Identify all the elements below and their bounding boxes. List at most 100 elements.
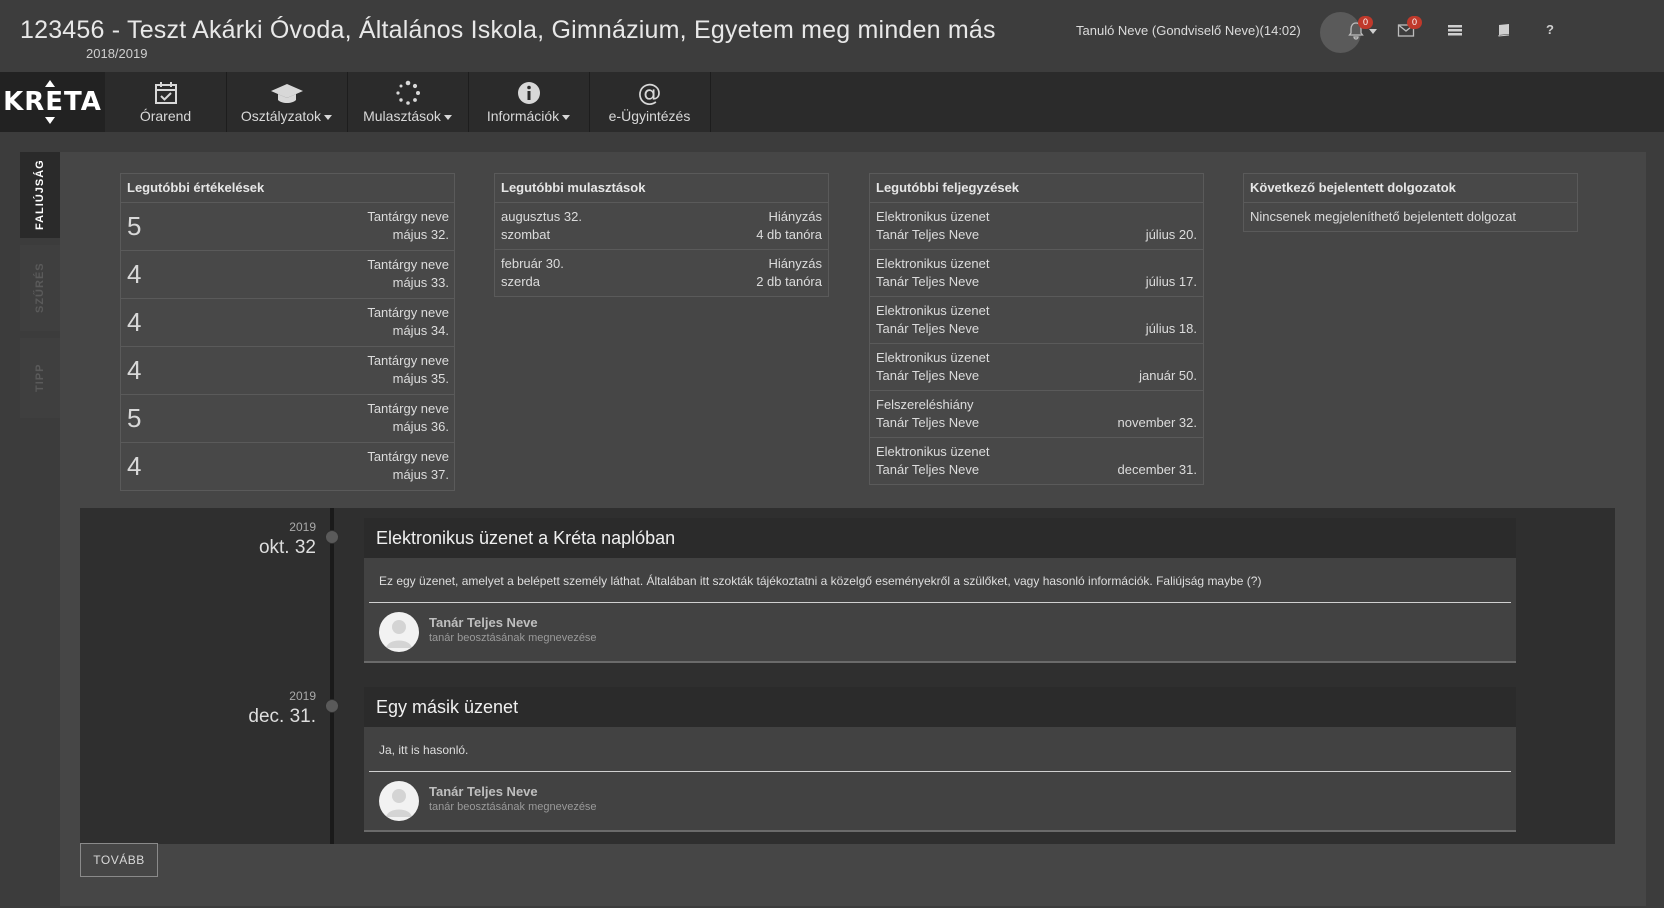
note-type: Elektronikus üzenet <box>876 256 990 271</box>
note-row[interactable]: Elektronikus üzenet Tanár Teljes Neve jú… <box>870 250 1203 297</box>
grade-row[interactable]: 5 Tantárgy neve május 36. <box>121 395 454 443</box>
absence-row[interactable]: február 30. szerda Hiányzás 2 db tanóra <box>495 250 828 296</box>
note-row[interactable]: Elektronikus üzenet Tanár Teljes Neve jú… <box>870 203 1203 250</box>
at-icon: @ <box>637 79 662 107</box>
news-card-author-block: Tanár Teljes Neve tanár beosztásának meg… <box>364 772 1516 830</box>
timeline-year: 2019 <box>289 520 316 534</box>
recent-grades-panel: Legutóbbi értékelések 5 Tantárgy neve má… <box>120 173 455 491</box>
absence-type: Hiányzás <box>768 256 822 271</box>
note-teacher: Tanár Teljes Neve <box>876 274 980 289</box>
timeline-dot <box>325 699 339 713</box>
info-icon <box>516 80 542 106</box>
note-date: július 17. <box>1145 274 1197 289</box>
note-date: december 31. <box>1117 462 1198 477</box>
grade-value: 4 <box>127 451 142 481</box>
nav-label-mulasztasok: Mulasztások <box>363 108 441 124</box>
note-row[interactable]: Felszereléshiány Tanár Teljes Neve novem… <box>870 391 1203 438</box>
note-row[interactable]: Elektronikus üzenet Tanár Teljes Neve jú… <box>870 297 1203 344</box>
kreta-logo[interactable]: KRETA <box>0 72 105 132</box>
nav-item-informaciok[interactable]: Információk <box>468 72 590 132</box>
note-teacher: Tanár Teljes Neve <box>876 321 980 336</box>
top-header: 123456 - Teszt Akárki Óvoda, Általános I… <box>0 0 1664 73</box>
timeline-year: 2019 <box>289 689 316 703</box>
note-type: Elektronikus üzenet <box>876 209 990 224</box>
nav-label-e-ugyintezes: e-Ügyintézés <box>608 108 691 124</box>
upcoming-exams-panel: Következő bejelentett dolgozatok Nincsen… <box>1243 173 1578 232</box>
grade-row[interactable]: 4 Tantárgy neve május 35. <box>121 347 454 395</box>
grade-subject: Tantárgy neve <box>367 449 449 464</box>
nav-label-informaciok: Információk <box>486 108 560 124</box>
news-card-body: Ez egy üzenet, amelyet a belépett személ… <box>369 558 1511 603</box>
book-icon[interactable] <box>1496 22 1514 40</box>
tab-szures[interactable]: SZŰRÉS <box>20 245 60 331</box>
grade-row[interactable]: 4 Tantárgy neve május 33. <box>121 251 454 299</box>
notification-badge: 0 <box>1358 16 1373 29</box>
news-card: Elektronikus üzenet a Kréta naplóban Ez … <box>364 518 1516 663</box>
grade-date: május 36. <box>392 419 449 434</box>
bell-icon[interactable]: 0 <box>1348 16 1373 40</box>
logo-triangle-down <box>45 117 55 124</box>
nav-item-e-ugyintezes[interactable]: @ e-Ügyintézés <box>589 72 711 132</box>
user-name[interactable]: Tanuló Neve (Gondviselő Neve)(14:02) <box>1076 23 1301 38</box>
absence-type: Hiányzás <box>768 209 822 224</box>
nav-item-mulasztasok[interactable]: Mulasztások <box>347 72 469 132</box>
grade-row[interactable]: 4 Tantárgy neve május 37. <box>121 443 454 490</box>
recent-grades-title: Legutóbbi értékelések <box>121 174 454 203</box>
note-row[interactable]: Elektronikus üzenet Tanár Teljes Neve de… <box>870 438 1203 484</box>
grade-value: 4 <box>127 259 142 289</box>
grade-date: május 37. <box>392 467 449 482</box>
logo-triangle-up <box>45 80 55 87</box>
timeline-dot <box>325 530 339 544</box>
more-button[interactable]: TOVÁBB <box>80 843 158 877</box>
grade-value: 4 <box>127 355 142 385</box>
list-icon[interactable] <box>1447 22 1465 40</box>
note-date: január 50. <box>1139 368 1197 383</box>
grade-value: 5 <box>127 211 142 241</box>
note-type: Elektronikus üzenet <box>876 444 990 459</box>
grade-subject: Tantárgy neve <box>367 401 449 416</box>
recent-notes-title: Legutóbbi feljegyzések <box>870 174 1203 203</box>
grade-subject: Tantárgy neve <box>367 353 449 368</box>
recent-absences-panel: Legutóbbi mulasztások augusztus 32. szom… <box>494 173 829 297</box>
recent-absences-title: Legutóbbi mulasztások <box>495 174 828 203</box>
grade-value: 5 <box>127 403 142 433</box>
exams-empty-message: Nincsenek megjeleníthető bejelentett dol… <box>1250 209 1516 224</box>
chevron-down-icon <box>324 114 333 120</box>
author-avatar <box>379 781 419 821</box>
absence-day: szombat <box>501 227 551 242</box>
chevron-down-icon <box>443 114 452 120</box>
spinner-icon <box>395 80 421 106</box>
school-year: 2018/2019 <box>86 46 148 61</box>
logo-text: KRETA <box>3 87 102 117</box>
tab-tipp[interactable]: TIPP <box>20 338 60 418</box>
grade-date: május 35. <box>392 371 449 386</box>
absence-date: augusztus 32. <box>501 209 582 224</box>
absence-count: 4 db tanóra <box>756 227 822 242</box>
news-card-title: Elektronikus üzenet a Kréta naplóban <box>364 518 1516 558</box>
grade-subject: Tantárgy neve <box>367 305 449 320</box>
note-type: Felszereléshiány <box>876 397 974 412</box>
message-badge: 0 <box>1407 16 1422 29</box>
nav-item-osztalyzatok[interactable]: Osztályzatok <box>226 72 348 132</box>
news-card: Egy másik üzenet Ja, itt is hasonló. Tan… <box>364 687 1516 832</box>
note-type: Elektronikus üzenet <box>876 350 990 365</box>
grade-row[interactable]: 5 Tantárgy neve május 32. <box>121 203 454 251</box>
note-date: július 20. <box>1145 227 1197 242</box>
calendar-check-icon <box>153 80 179 106</box>
timeline-line <box>330 508 334 844</box>
mail-icon[interactable]: 0 <box>1397 16 1422 40</box>
author-avatar <box>379 612 419 652</box>
graduation-cap-icon <box>270 80 304 106</box>
author-role: tanár beosztásának megnevezése <box>429 632 597 644</box>
note-row[interactable]: Elektronikus üzenet Tanár Teljes Neve ja… <box>870 344 1203 391</box>
tab-faliujsag[interactable]: FALIÚJSÁG <box>20 152 60 238</box>
note-teacher: Tanár Teljes Neve <box>876 227 980 242</box>
grade-row[interactable]: 4 Tantárgy neve május 34. <box>121 299 454 347</box>
user-menu-chevron-down-icon[interactable] <box>1369 29 1377 34</box>
note-date: július 18. <box>1145 321 1197 336</box>
absence-row[interactable]: augusztus 32. szombat Hiányzás 4 db tanó… <box>495 203 828 250</box>
nav-item-orarend[interactable]: Órarend <box>105 72 227 132</box>
author-name: Tanár Teljes Neve <box>429 784 538 799</box>
timeline-date: dec. 31. <box>248 706 316 727</box>
help-icon[interactable]: ? <box>1546 22 1564 40</box>
